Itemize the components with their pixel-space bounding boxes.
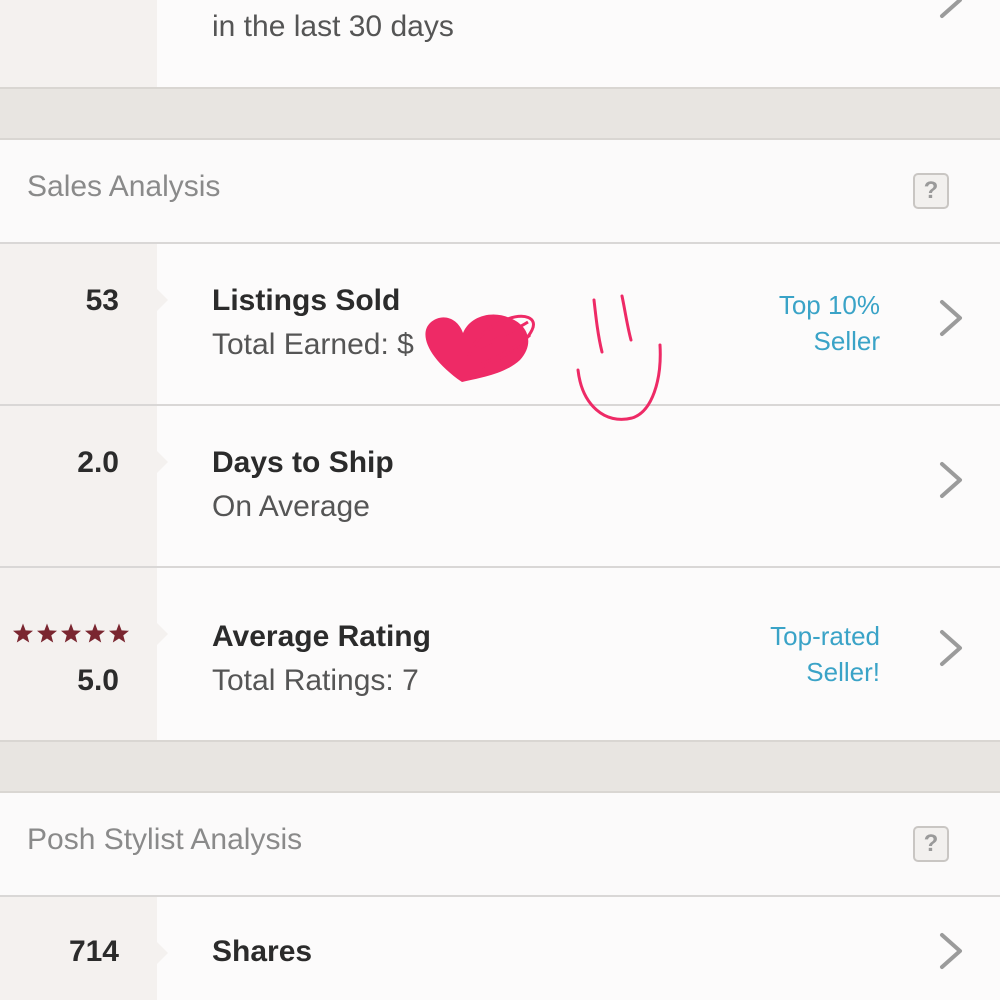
section-separator bbox=[0, 87, 1000, 140]
stat-column bbox=[0, 568, 157, 740]
average-rating-value: 5.0 bbox=[77, 664, 119, 697]
total-earned-label: Total Earned: $ bbox=[212, 328, 414, 361]
star-icon bbox=[61, 623, 81, 643]
days-to-ship-value: 2.0 bbox=[77, 446, 119, 479]
chevron-right-icon[interactable] bbox=[936, 931, 966, 971]
chevron-right-icon[interactable] bbox=[936, 628, 966, 668]
average-rating-title: Average Rating bbox=[212, 620, 431, 653]
stats-page: in the last 30 days Sales Analysis ? 53 … bbox=[0, 0, 1000, 1000]
shares-title: Shares bbox=[212, 935, 313, 968]
star-icon bbox=[85, 623, 105, 643]
star-rating bbox=[13, 623, 129, 643]
badge-line: Top-rated bbox=[770, 621, 880, 651]
shares-row[interactable]: 714 Shares bbox=[0, 897, 1000, 1000]
top-seller-badge[interactable]: Top 10% Seller bbox=[779, 287, 880, 359]
stat-notch bbox=[157, 451, 168, 473]
total-ratings-label: Total Ratings: 7 bbox=[212, 664, 419, 697]
stat-notch bbox=[157, 289, 168, 311]
star-icon bbox=[13, 623, 33, 643]
posh-stylist-analysis-header: Posh Stylist Analysis ? bbox=[0, 793, 1000, 897]
listings-sold-count: 53 bbox=[85, 284, 119, 317]
stat-column bbox=[0, 406, 157, 566]
listings-sold-row[interactable]: 53 Listings Sold Total Earned: $ Top 10%… bbox=[0, 244, 1000, 406]
stat-column bbox=[0, 0, 157, 89]
average-rating-row[interactable]: 5.0 Average Rating Total Ratings: 7 Top-… bbox=[0, 568, 1000, 742]
activity-row[interactable]: in the last 30 days bbox=[0, 0, 1000, 89]
badge-line: Seller! bbox=[806, 657, 880, 687]
help-button[interactable]: ? bbox=[913, 826, 949, 862]
section-separator bbox=[0, 740, 1000, 793]
star-icon bbox=[37, 623, 57, 643]
sales-analysis-header: Sales Analysis ? bbox=[0, 140, 1000, 244]
days-to-ship-subtitle: On Average bbox=[212, 490, 370, 523]
activity-subtitle: in the last 30 days bbox=[212, 10, 454, 43]
stat-notch bbox=[157, 942, 168, 964]
chevron-right-icon[interactable] bbox=[936, 0, 966, 20]
help-button[interactable]: ? bbox=[913, 173, 949, 209]
top-rated-badge[interactable]: Top-rated Seller! bbox=[770, 618, 880, 690]
days-to-ship-title: Days to Ship bbox=[212, 446, 394, 479]
stat-notch bbox=[157, 623, 168, 645]
listings-sold-title: Listings Sold bbox=[212, 284, 401, 317]
badge-line: Seller bbox=[813, 326, 880, 356]
shares-count: 714 bbox=[68, 935, 119, 968]
chevron-right-icon[interactable] bbox=[936, 460, 966, 500]
stat-column bbox=[0, 244, 157, 404]
section-title: Sales Analysis bbox=[27, 170, 221, 203]
star-icon bbox=[109, 623, 129, 643]
badge-line: Top 10% bbox=[778, 290, 880, 320]
days-to-ship-row[interactable]: 2.0 Days to Ship On Average bbox=[0, 406, 1000, 568]
chevron-right-icon[interactable] bbox=[936, 298, 966, 338]
section-title: Posh Stylist Analysis bbox=[27, 823, 303, 856]
